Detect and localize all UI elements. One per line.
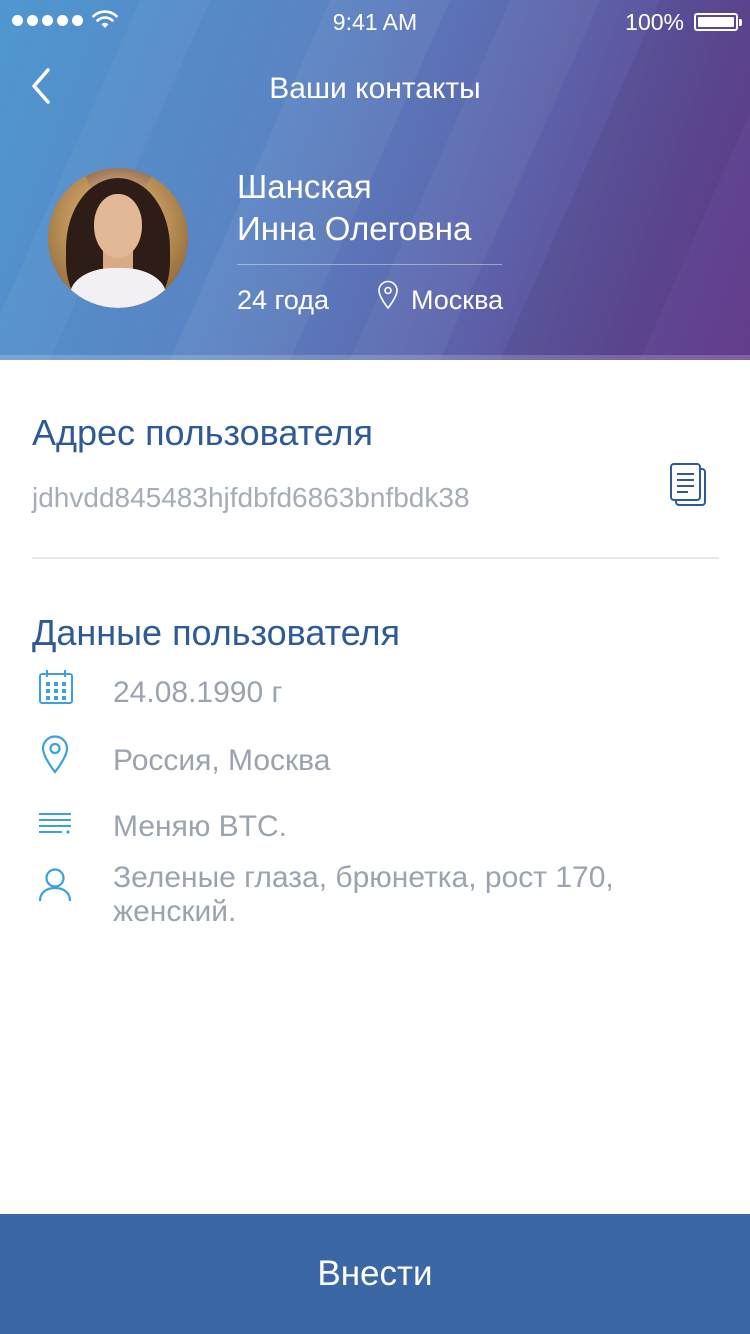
submit-button[interactable]: Внести xyxy=(0,1214,750,1334)
birth-date: 24.08.1990 г xyxy=(113,676,283,709)
avatar xyxy=(48,168,188,308)
section-divider xyxy=(32,557,719,559)
profile-city: Москва xyxy=(411,285,504,315)
user-note: Меняю BTC. xyxy=(113,810,287,843)
header-bottom-line xyxy=(0,355,750,360)
status-bar: 9:41 AM 100% xyxy=(0,0,750,44)
battery-cap xyxy=(739,19,742,26)
copy-icon[interactable] xyxy=(668,463,708,509)
map-pin-icon xyxy=(378,280,398,310)
user-icon xyxy=(38,868,72,902)
user-address: jdhvdd845483hjfdbfd6863bnfbdk38 xyxy=(32,482,470,513)
text-lines-icon xyxy=(39,813,71,834)
profile-name: Шанская Инна Олеговна xyxy=(237,166,471,250)
page-title: Ваши контакты xyxy=(269,72,481,105)
profile-surname: Шанская xyxy=(237,168,372,205)
user-data-section-title: Данные пользователя xyxy=(32,612,401,653)
battery-icon xyxy=(694,13,738,31)
battery-percentage: 100% xyxy=(625,9,684,35)
name-divider xyxy=(237,264,502,265)
profile-header: 9:41 AM 100% Ваши контакты Шанская Инна … xyxy=(0,0,750,360)
profile-age: 24 года xyxy=(237,285,329,315)
location: Россия, Москва xyxy=(113,744,331,777)
address-section-title: Адрес пользователя xyxy=(32,412,374,453)
profile-first-middle-name: Инна Олеговна xyxy=(237,210,472,247)
map-pin-icon xyxy=(41,735,69,774)
calendar-icon xyxy=(39,670,73,704)
user-description: Зеленые глаза, брюнетка, рост 170, женск… xyxy=(113,861,614,928)
